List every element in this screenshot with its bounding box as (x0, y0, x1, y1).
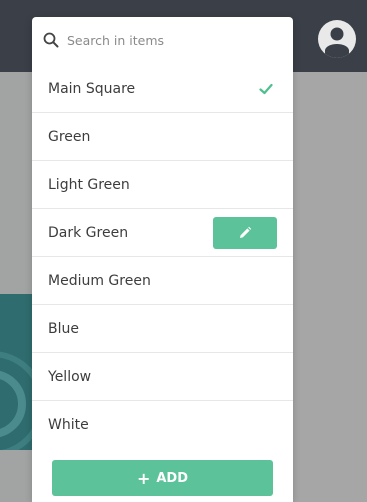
background-panel-right (293, 72, 367, 502)
list-item-dark-green[interactable]: Dark Green (32, 209, 293, 257)
item-label: Blue (48, 320, 79, 337)
pencil-icon (240, 226, 252, 238)
item-label: White (48, 417, 89, 433)
list-item-medium-green[interactable]: Medium Green (32, 257, 293, 305)
search-input[interactable] (67, 32, 267, 48)
plus-icon: + (136, 468, 151, 488)
list-item-light-green[interactable]: Light Green (32, 161, 293, 209)
list-item-white[interactable]: White (32, 401, 293, 449)
user-avatar-icon[interactable] (318, 20, 356, 58)
search-bar (32, 17, 293, 63)
item-label: Medium Green (48, 272, 151, 289)
item-label: Yellow (48, 368, 92, 385)
list-item-blue[interactable]: Blue (32, 305, 293, 353)
item-label: Light Green (48, 176, 130, 193)
add-button-label: ADD (156, 470, 189, 486)
list-item-green[interactable]: Green (32, 113, 293, 161)
background-artwork (0, 294, 32, 450)
edit-button[interactable] (213, 217, 277, 249)
items-dropdown: Main Square Green Light Green Dark Green… (32, 17, 293, 502)
item-label: Dark Green (48, 224, 129, 241)
item-list: Main Square Green Light Green Dark Green… (32, 65, 293, 449)
add-button[interactable]: + ADD (52, 460, 273, 496)
search-icon (43, 32, 59, 48)
list-item-yellow[interactable]: Yellow (32, 353, 293, 401)
list-item-main-square[interactable]: Main Square (32, 65, 293, 113)
item-label: Green (48, 128, 91, 145)
item-label: Main Square (48, 80, 136, 97)
check-icon (259, 83, 273, 95)
